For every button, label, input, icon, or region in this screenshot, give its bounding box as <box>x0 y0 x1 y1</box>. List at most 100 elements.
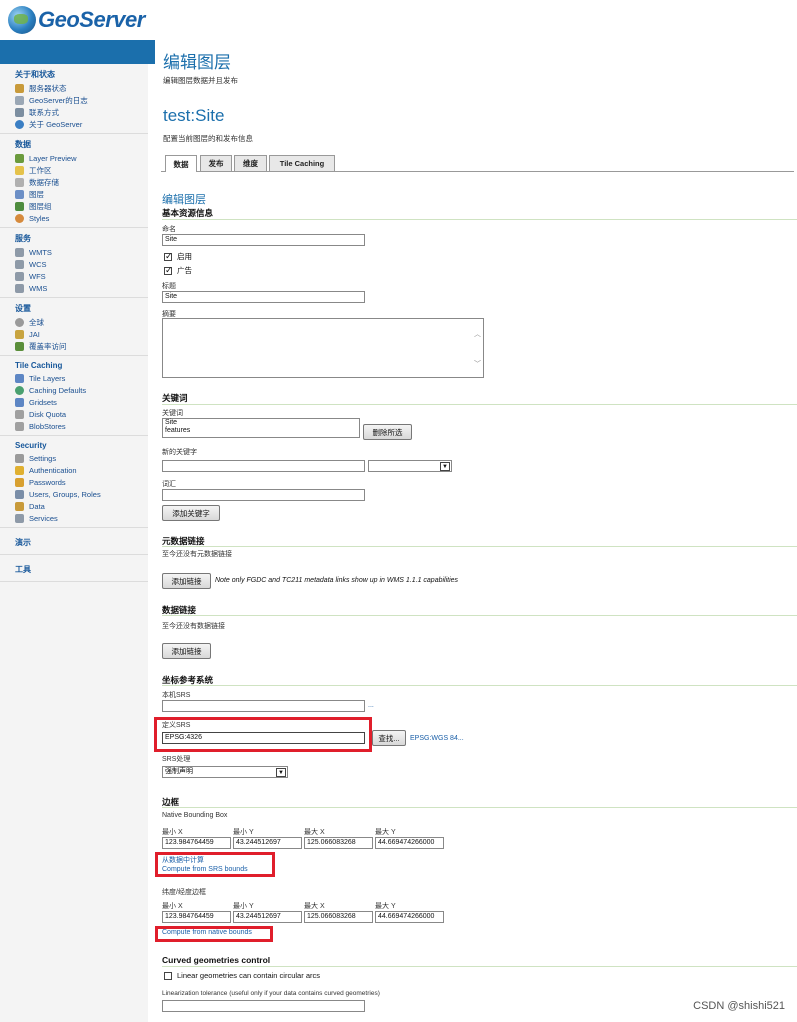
sidebar-section-data: 数据 Layer Preview 工作区 数据存储 图层 图层组 Styles <box>0 134 148 228</box>
tab-tile-caching[interactable]: Tile Caching <box>269 155 335 171</box>
sidebar-item-blobstores[interactable]: BlobStores <box>15 420 148 432</box>
add-data-link-button[interactable]: 添加链接 <box>162 643 211 659</box>
sidebar-item-tile-layers[interactable]: Tile Layers <box>15 372 148 384</box>
sidebar-item-jai[interactable]: JAI <box>15 328 148 340</box>
keywords-list[interactable]: Site features <box>162 418 360 438</box>
tab-publishing[interactable]: 发布 <box>200 155 232 171</box>
palette-icon <box>15 213 24 223</box>
add-keyword-button[interactable]: 添加关键字 <box>162 505 220 521</box>
sidebar-item-users-groups-roles[interactable]: Users, Groups, Roles <box>15 488 148 500</box>
checkbox[interactable] <box>164 265 173 276</box>
tab-data[interactable]: 数据 <box>165 155 197 172</box>
divider <box>162 546 797 547</box>
native-maxy-field[interactable]: 44.669474266000 <box>375 837 444 849</box>
find-srs-button[interactable]: 查找... <box>372 730 406 746</box>
database-icon <box>15 177 24 187</box>
metadata-note: Note only FGDC and TC211 metadata links … <box>215 577 459 584</box>
circular-arcs-checkbox[interactable]: Linear geometries can contain circular a… <box>164 971 320 980</box>
advertised-checkbox[interactable]: 广告 <box>164 265 192 276</box>
sidebar-item-disk-quota[interactable]: Disk Quota <box>15 408 148 420</box>
services-lock-icon <box>15 513 24 523</box>
sidebar-item-logs[interactable]: GeoServer的日志 <box>15 94 148 106</box>
sidebar-item-about[interactable]: 关于 GeoServer <box>15 118 148 130</box>
sidebar-item-security-settings[interactable]: Settings <box>15 452 148 464</box>
sidebar-section-security: Security Settings Authentication Passwor… <box>0 436 148 528</box>
divider <box>162 966 797 967</box>
checkbox[interactable] <box>164 971 172 980</box>
divider <box>162 685 797 686</box>
add-metadata-link-button[interactable]: 添加链接 <box>162 573 211 589</box>
wgs84-link[interactable]: EPSG:WGS 84... <box>410 735 464 742</box>
latlon-minx-field[interactable]: 123.984764459 <box>162 911 231 923</box>
sidebar-item-wms[interactable]: WMS <box>15 282 148 294</box>
linearization-field[interactable] <box>162 1000 365 1012</box>
sidebar-section-title: Security <box>15 441 47 450</box>
service-icon <box>15 271 24 281</box>
enabled-checkbox[interactable]: 启用 <box>164 251 192 262</box>
sidebar-item-passwords[interactable]: Passwords <box>15 476 148 488</box>
sidebar-section-title: 设置 <box>15 304 31 313</box>
sidebar-item-gridsets[interactable]: Gridsets <box>15 396 148 408</box>
name-label: 命名 <box>162 226 176 233</box>
tab-dimensions[interactable]: 维度 <box>234 155 267 171</box>
sidebar-item-global[interactable]: 全球 <box>15 316 148 328</box>
sidebar-item-server-status[interactable]: 服务器状态 <box>15 82 148 94</box>
sidebar-item-workspaces[interactable]: 工作区 <box>15 164 148 176</box>
native-minx-field[interactable]: 123.984764459 <box>162 837 231 849</box>
srs-handling-select[interactable]: 强制声明 ▼ <box>162 766 288 778</box>
sidebar-item-contact[interactable]: 联系方式 <box>15 106 148 118</box>
checkbox[interactable] <box>164 251 173 262</box>
title-field[interactable]: Site <box>162 291 365 303</box>
sidebar-item-wmts[interactable]: WMTS <box>15 246 148 258</box>
sidebar-item-wfs[interactable]: WFS <box>15 270 148 282</box>
native-srs-label: 本机SRS <box>162 692 191 699</box>
sidebar-item-services-security[interactable]: Services <box>15 512 148 524</box>
sidebar-section-demos[interactable]: 演示 <box>0 528 148 555</box>
layer-title: test:Site <box>163 106 225 125</box>
sidebar-item-layer-preview[interactable]: Layer Preview <box>15 152 148 164</box>
sidebar-item-coverage-access[interactable]: 覆盖率访问 <box>15 340 148 352</box>
new-keyword-field[interactable] <box>162 460 365 472</box>
native-maxx-label: 最大 X <box>304 829 325 836</box>
sidebar-item-caching-defaults[interactable]: Caching Defaults <box>15 384 148 396</box>
sidebar-item-authentication[interactable]: Authentication <box>15 464 148 476</box>
keyword-item[interactable]: features <box>165 427 359 435</box>
geoserver-logo[interactable]: GeoServer <box>8 6 145 34</box>
scroll-up-icon[interactable]: ︿ <box>474 329 481 339</box>
abstract-textarea[interactable]: ︿ ﹀ <box>162 318 484 378</box>
gear-icon <box>15 317 24 327</box>
sidebar-section-title: 数据 <box>15 140 31 149</box>
keyword-item[interactable]: Site <box>165 419 359 427</box>
sidebar-item-styles[interactable]: Styles <box>15 212 148 224</box>
vocabulary-field[interactable] <box>162 489 365 501</box>
logo-text: GeoServer <box>38 7 145 32</box>
new-keyword-label: 新的关键字 <box>162 449 197 456</box>
latlon-miny-field[interactable]: 43.244512697 <box>233 911 302 923</box>
sidebar-section-tools[interactable]: 工具 <box>0 555 148 582</box>
language-select[interactable]: ▼ <box>368 460 452 472</box>
native-srs-field[interactable] <box>162 700 365 712</box>
jai-icon <box>15 329 24 339</box>
latlon-maxx-field[interactable]: 125.066083268 <box>304 911 373 923</box>
latlon-miny-label: 最小 Y <box>233 903 254 910</box>
name-field[interactable]: Site <box>162 234 365 246</box>
blobstore-icon <box>15 421 24 431</box>
sidebar-item-wcs[interactable]: WCS <box>15 258 148 270</box>
divider <box>162 615 797 616</box>
sidebar-item-layers[interactable]: 图层 <box>15 188 148 200</box>
scroll-down-icon[interactable]: ﹀ <box>474 359 481 369</box>
lock-icon <box>15 477 24 487</box>
sidebar-item-data-security[interactable]: Data <box>15 500 148 512</box>
native-miny-field[interactable]: 43.244512697 <box>233 837 302 849</box>
latlon-bbox-label: 纬度/经度边框 <box>162 889 206 896</box>
service-icon <box>15 247 24 257</box>
chevron-down-icon[interactable]: ▼ <box>276 768 286 777</box>
latlon-maxy-field[interactable]: 44.669474266000 <box>375 911 444 923</box>
chevron-down-icon[interactable]: ▼ <box>440 462 450 471</box>
native-srs-lookup-link[interactable]: ... <box>368 702 374 709</box>
globe-icon <box>8 6 36 34</box>
sidebar-item-stores[interactable]: 数据存储 <box>15 176 148 188</box>
sidebar-item-layer-groups[interactable]: 图层组 <box>15 200 148 212</box>
native-maxx-field[interactable]: 125.066083268 <box>304 837 373 849</box>
remove-selected-button[interactable]: 删除所选 <box>363 424 412 440</box>
